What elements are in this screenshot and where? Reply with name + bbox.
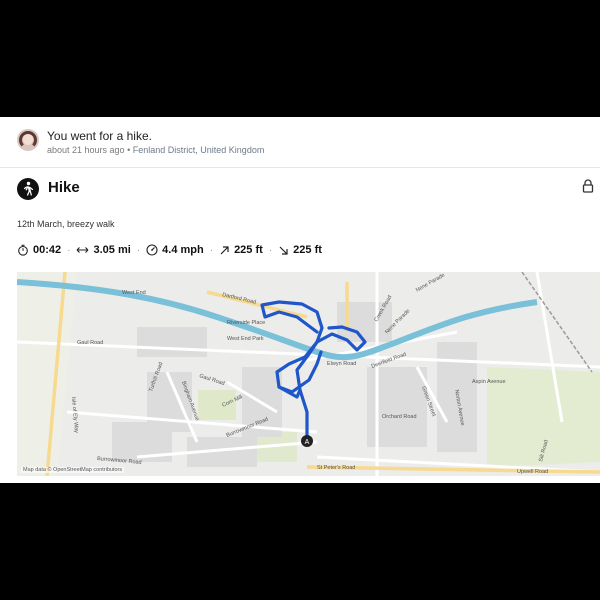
road-label: Gaul Road: [77, 340, 103, 346]
start-marker[interactable]: A: [301, 435, 313, 447]
speed-stat: 4.4 mph: [146, 244, 204, 256]
map-attribution[interactable]: Map data © OpenStreetMap contributors: [21, 467, 125, 473]
road-label: Orchard Road: [382, 414, 417, 420]
speed-value: 4.4 mph: [162, 244, 204, 256]
road-label: Gaul Road: [198, 373, 225, 387]
ascent-value: 225 ft: [234, 244, 263, 256]
arrow-up-right-icon: [220, 245, 229, 254]
road-label: Upwell Road: [517, 469, 548, 475]
activity-description: 12th March, breezy walk: [17, 219, 115, 229]
feed-location[interactable]: Fenland District, United Kingdom: [133, 145, 265, 155]
duration-value: 00:42: [33, 244, 62, 256]
stat-separator: ·: [136, 244, 141, 256]
activity-card: You went for a hike. about 21 hours ago …: [0, 117, 600, 483]
road-label: Riverside Place: [227, 320, 265, 326]
speedometer-icon: [146, 244, 158, 256]
lock-icon[interactable]: [582, 179, 594, 193]
road-label: West End: [122, 290, 146, 296]
descent-stat: 225 ft: [278, 244, 322, 256]
road-label: West End Park: [227, 336, 264, 342]
stopwatch-icon: [18, 244, 28, 256]
feed-header: You went for a hike. about 21 hours ago …: [0, 117, 600, 168]
descent-value: 225 ft: [293, 244, 322, 256]
road-label: Isle of Ely Way: [70, 397, 79, 434]
ascent-stat: 225 ft: [219, 244, 263, 256]
road-label: Dartford Road: [222, 292, 257, 306]
duration-stat: 00:42: [17, 244, 61, 256]
arrow-down-right-icon: [279, 246, 288, 255]
feed-bullet: •: [127, 145, 131, 155]
road-label: Aspin Avenue: [472, 379, 506, 385]
route-map[interactable]: A West End Dartford Road Riverside Place…: [17, 272, 600, 476]
marker-label: A: [305, 439, 310, 446]
avatar[interactable]: [17, 129, 39, 151]
road-label: Nene Parade: [415, 272, 446, 293]
activity-stats: 00:42 · 3.05 mi · 4.4 mph · 225 ft · 225…: [17, 243, 322, 257]
activity-title[interactable]: Hike: [48, 179, 80, 196]
road-label: Elwyn Road: [327, 361, 356, 367]
stat-separator: ·: [209, 244, 214, 256]
feed-title: You went for a hike.: [47, 129, 152, 143]
distance-arrows-icon: [77, 247, 89, 253]
feed-time: about 21 hours ago: [47, 145, 125, 155]
feed-subtitle: about 21 hours ago • Fenland District, U…: [47, 145, 264, 155]
distance-value: 3.05 mi: [93, 244, 131, 256]
stat-separator: ·: [67, 244, 71, 256]
stat-separator: ·: [268, 244, 273, 256]
road-label: St Peter's Road: [317, 465, 355, 471]
distance-stat: 3.05 mi: [76, 244, 131, 256]
hiker-icon: [17, 178, 39, 200]
